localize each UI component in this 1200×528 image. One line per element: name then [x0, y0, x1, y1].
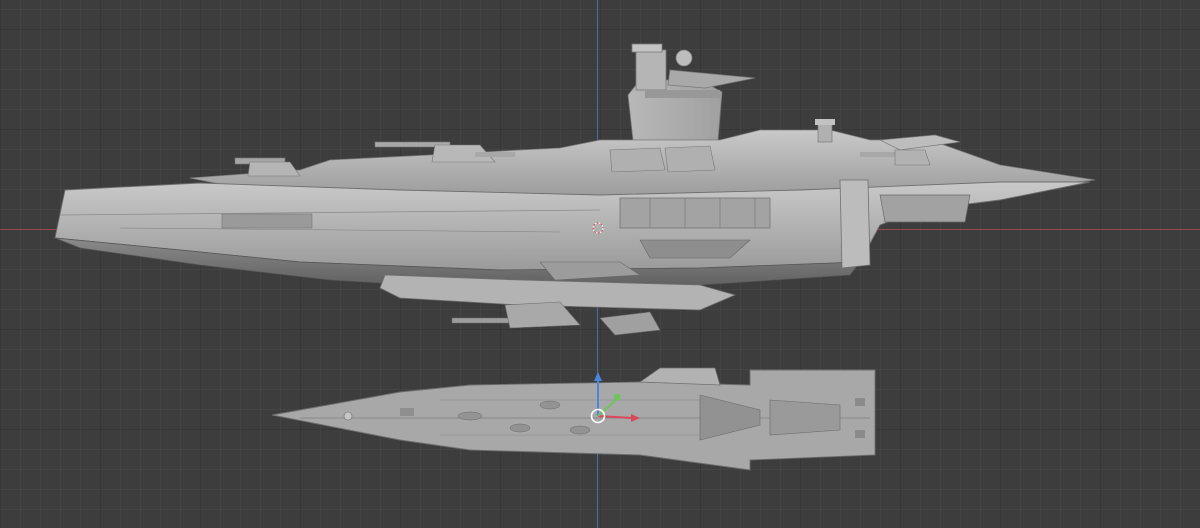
- transform-gizmo[interactable]: [0, 0, 1200, 528]
- gizmo-y-arrow[interactable]: [597, 394, 620, 417]
- 3d-cursor: [592, 222, 604, 234]
- 3d-viewport[interactable]: [0, 0, 1200, 528]
